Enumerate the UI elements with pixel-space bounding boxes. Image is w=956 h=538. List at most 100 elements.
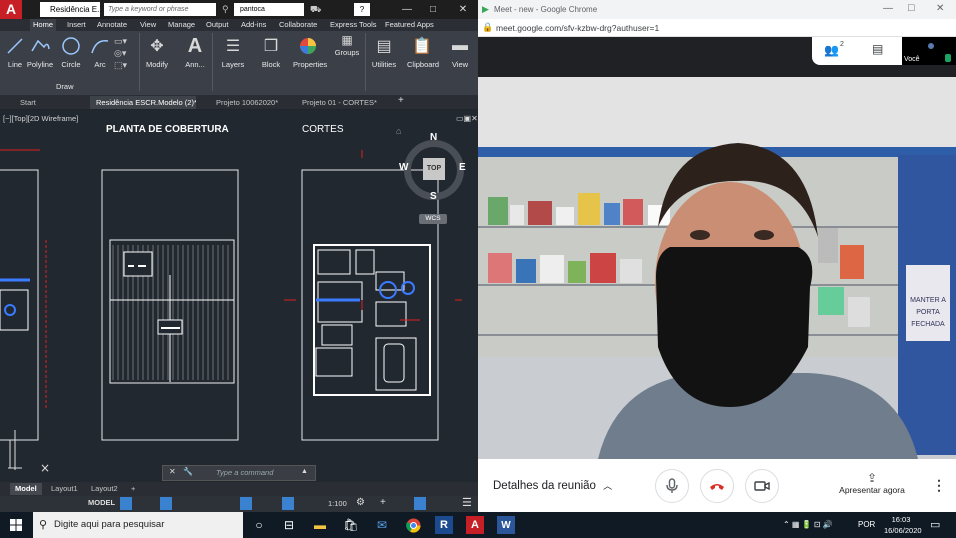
command-wrench-icon[interactable]: 🔧 <box>183 467 193 476</box>
autocad-logo-icon[interactable]: A <box>0 0 22 19</box>
doc-tab-start[interactable]: Start <box>14 96 86 109</box>
present-now-button[interactable]: ⇪ Apresentar agora <box>836 471 908 495</box>
tab-layout2[interactable]: Layout2 <box>86 483 123 495</box>
draw-panel-label[interactable]: Draw <box>56 82 74 91</box>
maximize-icon[interactable]: □ <box>908 2 915 14</box>
people-icon[interactable]: 👥 <box>824 43 839 57</box>
binoculars-icon[interactable]: ⚲ <box>222 4 229 15</box>
command-history-icon[interactable]: ▲ <box>301 468 308 475</box>
polyline-icon <box>25 33 55 59</box>
clock[interactable]: 16:03 16/06/2020 <box>884 514 922 536</box>
revit-icon[interactable]: R <box>435 516 453 534</box>
compass-north[interactable]: N <box>430 132 437 143</box>
doc-tab-projeto-10062020[interactable]: Projeto 10062020* <box>210 96 292 109</box>
isolate-icon[interactable] <box>414 497 426 510</box>
annotation-tool[interactable]: A Ann... <box>180 33 210 70</box>
tool-label: Ann... <box>185 60 205 69</box>
clipboard-tool[interactable]: 📋 Clipboard <box>407 33 439 69</box>
block-tool[interactable]: ❒ Block <box>256 33 286 69</box>
url-text[interactable]: meet.google.com/sfv-kzbw-drg?authuser=1 <box>496 23 659 33</box>
tab-insert[interactable]: Insert <box>64 19 89 31</box>
plus-icon[interactable]: + <box>380 497 386 508</box>
self-view-tile[interactable]: Você <box>902 37 956 65</box>
compass-south[interactable]: S <box>430 191 437 202</box>
ortho-icon[interactable] <box>160 497 172 510</box>
command-input[interactable]: Type a command <box>216 468 273 477</box>
draw-small-tools[interactable]: ▭▾ ◎▾ ⬚▾ <box>114 35 127 71</box>
annotation-scale[interactable]: 1:100 <box>328 499 347 508</box>
polyline-tool[interactable]: Polyline <box>25 33 55 69</box>
utilities-tool[interactable]: ▤ Utilities <box>369 33 399 69</box>
view-tool[interactable]: ▬ View <box>445 33 475 69</box>
windows-start-icon[interactable] <box>7 516 25 534</box>
autocad-taskbar-icon[interactable]: A <box>466 516 484 534</box>
notifications-icon[interactable]: ▭ <box>930 518 940 531</box>
window-title: Meet - new - Google Chrome <box>494 5 598 14</box>
tab-express-tools[interactable]: Express Tools <box>327 19 380 31</box>
camera-button[interactable] <box>745 469 779 503</box>
address-bar[interactable]: 🔒 meet.google.com/sfv-kzbw-drg?authuser=… <box>478 19 956 37</box>
new-tab-icon[interactable]: + <box>398 95 404 106</box>
layers-tool[interactable]: ☰ Layers <box>218 33 248 69</box>
model-space-toggle[interactable]: MODEL <box>88 498 115 507</box>
osnap-icon[interactable] <box>240 497 252 510</box>
close-icon[interactable]: ✕ <box>936 3 944 14</box>
settings-gear-icon[interactable]: ⚙ <box>356 497 365 508</box>
drawing-viewport[interactable]: [−][Top][2D Wireframe] PLANTA DE COBERTU… <box>0 110 478 482</box>
lock-icon[interactable]: 🔒 <box>482 22 493 33</box>
home-view-icon[interactable]: ⌂ <box>396 126 401 136</box>
tray-icons[interactable]: ⌃ ▦ 🔋 ⊡ 🔊 <box>783 520 833 529</box>
file-explorer-icon[interactable]: ▬ <box>311 516 329 534</box>
viewcube-top-face[interactable]: TOP <box>423 158 445 180</box>
tab-collaborate[interactable]: Collaborate <box>276 19 320 31</box>
mail-icon[interactable]: ✉ <box>373 516 391 534</box>
store-icon[interactable]: 🛍 <box>342 516 360 534</box>
circle-tool[interactable]: Circle <box>56 33 86 69</box>
modify-tool[interactable]: ✥ Modify <box>142 33 172 69</box>
tab-add-ins[interactable]: Add-ins <box>238 19 269 31</box>
taskbar-search-input[interactable]: ⚲ Digite aqui para pesquisar <box>33 512 243 538</box>
tab-output[interactable]: Output <box>203 19 232 31</box>
tab-model[interactable]: Model <box>10 483 42 495</box>
wcs-menu[interactable]: WCS <box>419 214 447 224</box>
doc-tab-residencia[interactable]: Residência ESCR.Modelo (2)* <box>90 96 196 109</box>
minimize-icon[interactable]: — <box>883 3 893 14</box>
chat-icon[interactable]: ▤ <box>872 42 883 56</box>
video-frame <box>478 77 956 459</box>
tab-layout1[interactable]: Layout1 <box>46 483 83 495</box>
properties-tool[interactable]: Properties <box>293 33 327 69</box>
groups-tool[interactable]: ▦ Groups <box>332 33 362 57</box>
end-call-button[interactable] <box>700 469 734 503</box>
view-icon: ▬ <box>452 37 468 54</box>
viewport-close-icon[interactable]: ▭▣✕ <box>456 114 478 123</box>
arc-tool[interactable]: Arc <box>85 33 115 69</box>
annotation-visibility-icon[interactable] <box>282 497 294 510</box>
help-button[interactable]: ? <box>354 3 370 16</box>
meeting-details-button[interactable]: Detalhes da reunião ︿ <box>493 479 612 492</box>
microphone-button[interactable] <box>655 469 689 503</box>
maximize-icon[interactable]: □ <box>422 0 444 19</box>
word-icon[interactable]: W <box>497 516 515 534</box>
chrome-icon[interactable] <box>404 516 422 534</box>
tab-home[interactable]: Home <box>30 19 57 31</box>
doc-tab-projeto-cortes[interactable]: Projeto 01 - CORTES* <box>296 96 378 109</box>
tab-manage[interactable]: Manage <box>165 19 198 31</box>
keyword-search-input[interactable]: Type a keyword or phrase <box>104 3 216 16</box>
cortana-icon[interactable]: ○ <box>250 516 268 534</box>
close-icon[interactable]: ✕ <box>452 0 474 19</box>
customize-menu-icon[interactable]: ☰ <box>462 496 472 509</box>
minimize-icon[interactable]: — <box>396 0 418 19</box>
more-options-icon[interactable]: ⋮ <box>932 477 946 494</box>
tab-view[interactable]: View <box>137 19 159 31</box>
cart-icon[interactable]: ⛟ <box>310 4 321 16</box>
compass-east[interactable]: E <box>459 162 466 173</box>
tab-annotate[interactable]: Annotate <box>94 19 130 31</box>
user-signin-field[interactable]: pantoca <box>234 3 304 16</box>
grid-icon[interactable] <box>120 497 132 510</box>
compass-west[interactable]: W <box>399 162 408 173</box>
add-layout-icon[interactable]: + <box>126 483 140 495</box>
task-view-icon[interactable]: ⊟ <box>280 516 298 534</box>
language-indicator[interactable]: POR <box>858 520 875 529</box>
tab-featured-apps[interactable]: Featured Apps <box>382 19 437 31</box>
command-close-icon[interactable]: ✕ <box>169 467 176 476</box>
